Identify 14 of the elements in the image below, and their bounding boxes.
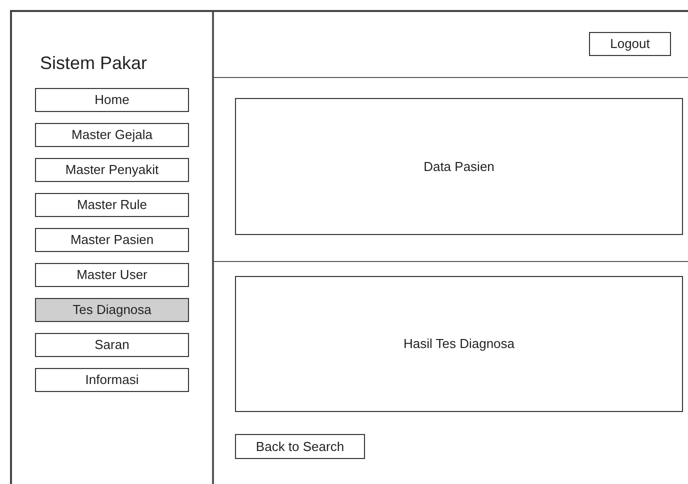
- app-title: Sistem Pakar: [40, 52, 148, 74]
- nav-button[interactable]: Informasi: [35, 368, 189, 392]
- nav-button[interactable]: Master Penyakit: [35, 158, 189, 182]
- logout-button[interactable]: Logout: [589, 32, 671, 56]
- nav-button[interactable]: Master Rule: [35, 193, 189, 217]
- nav-button[interactable]: Master Gejala: [35, 123, 189, 147]
- data-panel: Data Pasien: [235, 98, 683, 235]
- nav-button[interactable]: Master User: [35, 263, 189, 287]
- nav-button[interactable]: Tes Diagnosa: [35, 298, 189, 322]
- nav-button[interactable]: Saran: [35, 333, 189, 357]
- back-button[interactable]: Back to Search: [235, 434, 365, 459]
- nav-button[interactable]: Master Pasien: [35, 228, 189, 252]
- result-panel: Hasil Tes Diagnosa: [235, 276, 683, 412]
- nav-button[interactable]: Home: [35, 88, 189, 112]
